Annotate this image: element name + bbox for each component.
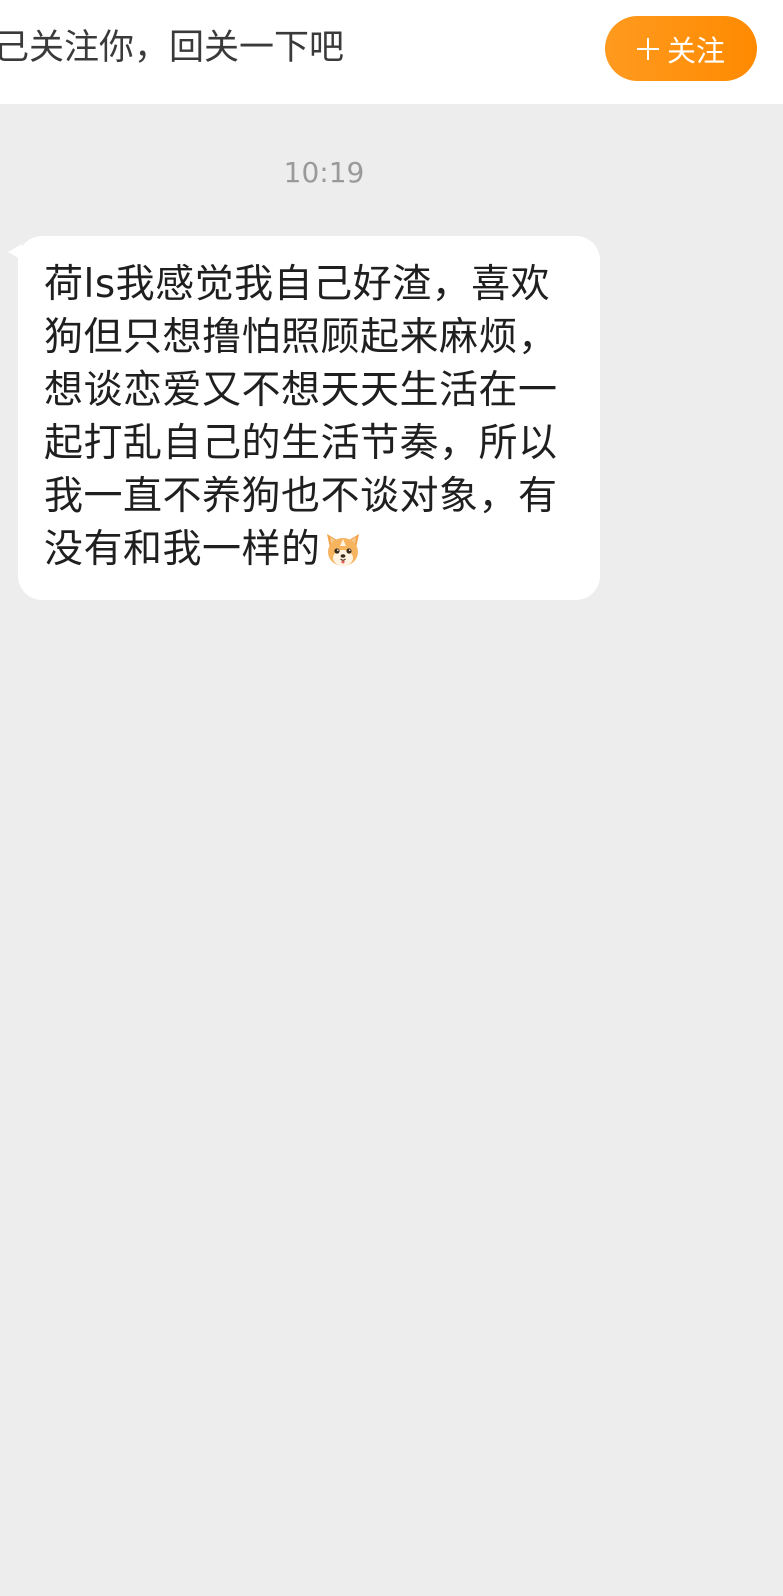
- follow-banner: 己关注你，回关一下吧 关注: [0, 0, 783, 104]
- message-bubble[interactable]: 荷ls我感觉我自己好渣，喜欢狗但只想撸怕照顾起来麻烦，想谈恋爱又不想天天生活在一…: [18, 236, 600, 600]
- follow-button[interactable]: 关注: [605, 16, 757, 81]
- dog-face-icon: [323, 530, 363, 584]
- follow-button-label: 关注: [666, 33, 725, 68]
- plus-icon: [636, 37, 659, 60]
- follow-prompt-text: 己关注你，回关一下吧: [0, 28, 345, 68]
- message-timestamp: 10:19: [283, 156, 365, 189]
- message-content: 荷ls我感觉我自己好渣，喜欢狗但只想撸怕照顾起来麻烦，想谈恋爱又不想天天生活在一…: [44, 258, 574, 584]
- message-text: 荷ls我感觉我自己好渣，喜欢狗但只想撸怕照顾起来麻烦，想谈恋爱又不想天天生活在一…: [44, 262, 558, 572]
